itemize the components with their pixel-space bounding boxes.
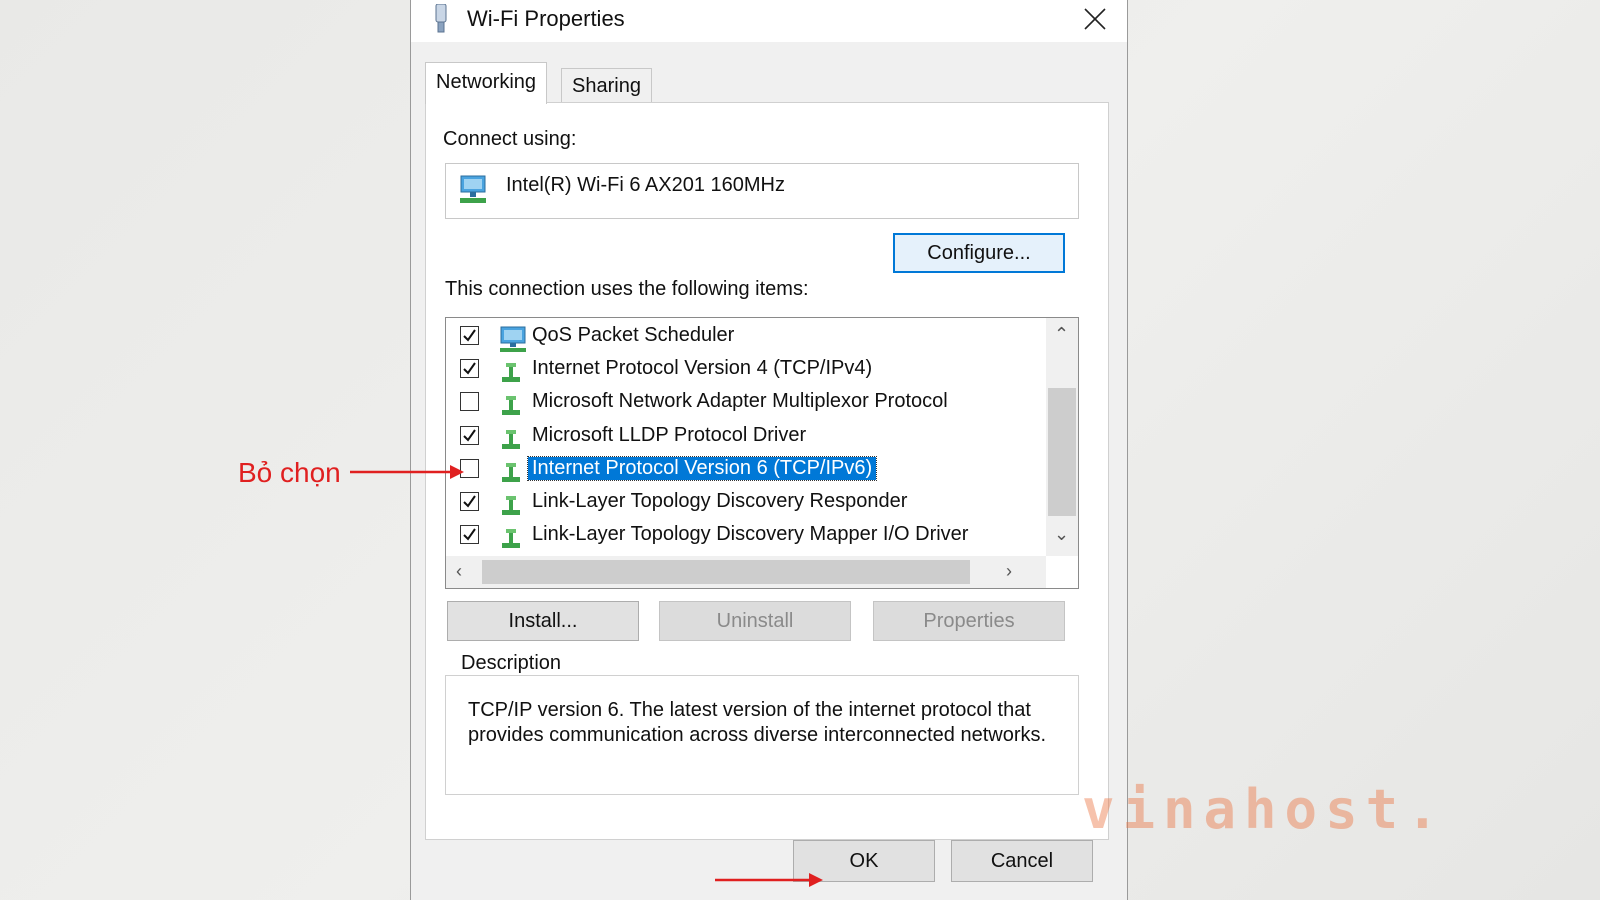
checkmark-icon [463,495,476,508]
network-monitor-icon [458,174,490,211]
network-adapter-icon [431,3,451,34]
properties-button[interactable]: Properties [873,601,1065,641]
annotation-arrow-uncheck [350,465,464,479]
list-item[interactable]: Internet Protocol Version 4 (TCP/IPv4) [446,355,1026,388]
description-legend: Description [455,652,568,675]
list-item[interactable]: Link-Layer Topology Discovery Mapper I/O… [446,521,1026,554]
uninstall-button[interactable]: Uninstall [659,601,851,641]
tab-networking[interactable]: Networking [425,62,548,104]
install-button[interactable]: Install... [447,601,639,641]
list-item[interactable]: Internet Protocol Version 6 (TCP/IPv6) [446,455,1026,488]
adapter-name: Intel(R) Wi-Fi 6 AX201 160MHz [506,174,785,196]
item-checkbox[interactable] [460,525,479,545]
window-title: Wi-Fi Properties [467,6,625,31]
item-label: Internet Protocol Version 4 (TCP/IPv4) [532,357,873,380]
item-label: Microsoft Network Adapter Multiplexor Pr… [532,390,948,413]
description-text: TCP/IP version 6. The latest version of … [468,699,1047,746]
close-button[interactable] [1071,0,1117,40]
component-list[interactable]: QoS Packet Scheduler Internet Protocol Ve… [445,317,1079,589]
close-icon [1084,8,1106,30]
adapter-field: Intel(R) Wi-Fi 6 AX201 160MHz [445,163,1079,219]
scroll-right-icon[interactable]: › [1006,561,1012,582]
vertical-scroll-thumb[interactable] [1048,388,1076,516]
item-label: Internet Protocol Version 6 (TCP/IPv6) [526,455,878,481]
item-checkbox[interactable] [460,326,479,345]
checkmark-icon [463,329,476,342]
vertical-scrollbar[interactable]: ⌃ ⌄ [1046,318,1078,556]
list-item[interactable]: Link-Layer Topology Discovery Responder [446,488,1026,521]
checkmark-icon [463,429,476,442]
annotation-label: Bỏ chọn [238,457,341,488]
item-checkbox[interactable] [460,392,479,412]
list-item[interactable]: Microsoft LLDP Protocol Driver [446,422,1026,455]
scroll-up-icon[interactable]: ⌃ [1054,324,1069,345]
item-label: Link-Layer Topology Discovery Mapper I/O… [532,523,969,546]
protocol-icon [498,525,524,556]
configure-button[interactable]: Configure... [893,233,1065,273]
horizontal-scrollbar[interactable]: ‹ › [446,556,1046,588]
scroll-down-icon[interactable]: ⌄ [1054,524,1069,545]
watermark-logo: vinahost. [1082,778,1447,841]
title-bar: Wi-Fi Properties [411,0,1127,42]
item-checkbox[interactable] [460,425,479,445]
scroll-left-icon[interactable]: ‹ [456,561,462,582]
network-monitor-icon [498,326,528,359]
protocol-icon [498,426,524,457]
tab-sharing[interactable]: Sharing [561,68,652,102]
protocol-icon [498,359,524,390]
wifi-properties-dialog: Wi-Fi Properties Networking Sharing Conn… [410,0,1128,900]
item-checkbox[interactable] [460,492,479,511]
items-label: This connection uses the following items… [445,278,809,300]
item-label: Microsoft LLDP Protocol Driver [532,423,807,446]
connect-using-label: Connect using: [443,128,577,150]
checkmark-icon [463,362,476,375]
item-checkbox[interactable] [460,359,479,379]
protocol-icon [498,492,524,523]
checkmark-icon [463,528,476,541]
item-label: Link-Layer Topology Discovery Responder [532,490,908,512]
protocol-icon [498,392,524,423]
cancel-button[interactable]: Cancel [951,840,1093,882]
horizontal-scroll-thumb[interactable] [482,560,970,584]
item-label: QoS Packet Scheduler [532,324,735,346]
list-item[interactable]: Microsoft Network Adapter Multiplexor Pr… [446,388,1026,421]
description-group: TCP/IP version 6. The latest version of … [445,675,1079,795]
list-item[interactable]: QoS Packet Scheduler [446,322,1026,355]
protocol-icon [498,459,524,490]
annotation-arrow-ok [715,873,823,887]
